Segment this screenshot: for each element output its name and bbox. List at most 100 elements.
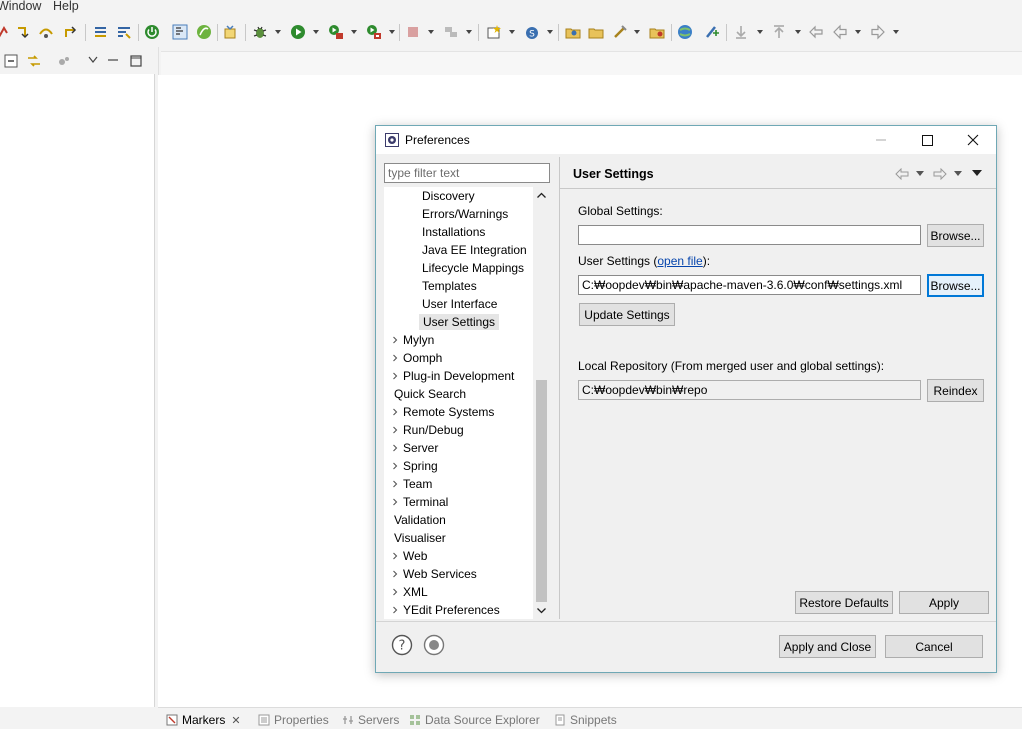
forward-dropdown-icon[interactable]	[893, 30, 899, 34]
back-arrow-icon[interactable]	[895, 168, 909, 180]
power-icon[interactable]	[144, 24, 160, 40]
last-edit-location-icon[interactable]	[808, 24, 824, 40]
chevron-right-icon[interactable]	[391, 426, 399, 434]
step-over-icon[interactable]	[38, 24, 54, 40]
tree-scrollbar[interactable]	[533, 187, 550, 619]
stop-icon[interactable]	[405, 24, 421, 40]
tab-servers[interactable]: Servers	[342, 713, 399, 729]
tree-item[interactable]: Run/Debug	[391, 421, 467, 439]
spring-icon[interactable]	[196, 24, 212, 40]
previous-annotation-icon[interactable]	[771, 24, 787, 40]
tab-data-source-explorer[interactable]: Data Source Explorer	[409, 713, 540, 729]
annotation-icon[interactable]	[704, 24, 720, 40]
new-wizard-dropdown-icon[interactable]	[509, 30, 515, 34]
coverage-dropdown-icon[interactable]	[389, 30, 395, 34]
step-return-icon[interactable]	[62, 24, 78, 40]
filter-input[interactable]	[384, 163, 550, 183]
forward-icon[interactable]	[870, 24, 886, 40]
chevron-right-icon[interactable]	[391, 372, 399, 380]
next-annotation-dropdown-icon[interactable]	[757, 30, 763, 34]
drop-to-frame-icon[interactable]	[93, 24, 109, 40]
toggle-breadcrumb-icon[interactable]	[172, 24, 188, 40]
open-type-icon[interactable]	[565, 24, 581, 40]
chevron-right-icon[interactable]	[391, 336, 399, 344]
run-external-dropdown-icon[interactable]	[351, 30, 357, 34]
forward-arrow-icon[interactable]	[933, 168, 947, 180]
open-folder-icon[interactable]	[588, 24, 604, 40]
chevron-right-icon[interactable]	[391, 462, 399, 470]
run-external-icon[interactable]	[328, 24, 344, 40]
tree-item[interactable]: Discovery	[419, 187, 478, 205]
collapse-all-icon[interactable]	[4, 54, 18, 68]
tree-item[interactable]: Server	[391, 439, 441, 457]
tree-item[interactable]: User Settings	[419, 313, 500, 331]
maximize-button[interactable]	[904, 126, 950, 154]
tree-item[interactable]: Team	[391, 475, 435, 493]
user-browse-button[interactable]: Browse...	[927, 274, 984, 297]
coverage-icon[interactable]	[366, 24, 382, 40]
chevron-right-icon[interactable]	[391, 570, 399, 578]
minimize-button[interactable]	[858, 126, 904, 154]
tree-item[interactable]: Web	[391, 547, 430, 565]
debug-icon[interactable]	[252, 24, 268, 40]
tree-item[interactable]: User Interface	[419, 295, 500, 313]
tab-snippets[interactable]: Snippets	[554, 713, 617, 729]
debug-dropdown-icon[interactable]	[275, 30, 281, 34]
forward-dropdown-icon[interactable]	[954, 171, 962, 177]
tree-item[interactable]: Templates	[419, 277, 480, 295]
back-dropdown-icon[interactable]	[855, 30, 861, 34]
link-with-editor-icon[interactable]	[26, 53, 42, 69]
tree-item[interactable]: Spring	[391, 457, 441, 475]
tree-item[interactable]: Plug-in Development	[391, 367, 517, 385]
back-dropdown-icon[interactable]	[916, 171, 924, 177]
tree-item[interactable]: Lifecycle Mappings	[419, 259, 527, 277]
chevron-right-icon[interactable]	[391, 444, 399, 452]
step-into-icon[interactable]	[16, 24, 32, 40]
tab-markers[interactable]: Markers ✕	[166, 713, 241, 729]
tree-item[interactable]: Errors/Warnings	[419, 205, 511, 223]
scroll-thumb[interactable]	[536, 380, 547, 602]
apply-and-close-button[interactable]: Apply and Close	[779, 635, 876, 658]
tree-item[interactable]: XML	[391, 583, 431, 601]
reindex-button[interactable]: Reindex	[927, 379, 984, 402]
tab-properties[interactable]: Properties	[258, 713, 329, 729]
menu-help[interactable]: Help	[53, 0, 79, 13]
tree-item[interactable]: Web Services	[391, 565, 480, 583]
global-browse-button[interactable]: Browse...	[927, 224, 984, 247]
tree-item[interactable]: Oomph	[391, 349, 445, 367]
launch-dropdown-icon[interactable]	[634, 30, 640, 34]
close-button[interactable]	[950, 126, 996, 154]
tree-item[interactable]: Quick Search	[391, 385, 469, 403]
new-spring-bean-icon[interactable]: S	[524, 24, 540, 40]
tree-item[interactable]: Mylyn	[391, 331, 437, 349]
open-task-icon[interactable]	[649, 24, 665, 40]
user-settings-field[interactable]: C:₩oopdev₩bin₩apache-maven-3.6.0₩conf₩se…	[578, 275, 921, 295]
new-server-icon[interactable]	[222, 24, 238, 40]
disconnect-dropdown-icon[interactable]	[466, 30, 472, 34]
close-icon[interactable]: ✕	[231, 715, 240, 727]
chevron-right-icon[interactable]	[391, 588, 399, 596]
help-icon[interactable]: ?	[391, 634, 413, 656]
chevron-right-icon[interactable]	[391, 354, 399, 362]
record-icon[interactable]	[423, 634, 445, 656]
previous-annotation-dropdown-icon[interactable]	[795, 30, 801, 34]
back-icon[interactable]	[832, 24, 848, 40]
view-menu-icon[interactable]	[972, 170, 982, 177]
run-dropdown-icon[interactable]	[313, 30, 319, 34]
scroll-down-icon[interactable]	[533, 602, 550, 619]
new-wizard-icon[interactable]	[486, 24, 502, 40]
chevron-right-icon[interactable]	[391, 606, 399, 614]
tree-item[interactable]: Validation	[391, 511, 449, 529]
restore-defaults-button[interactable]: Restore Defaults	[795, 591, 893, 614]
scroll-up-icon[interactable]	[533, 187, 550, 204]
tree-item[interactable]: Remote Systems	[391, 403, 497, 421]
next-annotation-icon[interactable]	[733, 24, 749, 40]
chevron-right-icon[interactable]	[391, 552, 399, 560]
update-settings-button[interactable]: Update Settings	[579, 303, 675, 326]
disconnect-icon[interactable]	[443, 24, 459, 40]
cancel-button[interactable]: Cancel	[885, 635, 983, 658]
run-icon[interactable]	[290, 24, 306, 40]
chevron-right-icon[interactable]	[391, 480, 399, 488]
launch-icon[interactable]	[612, 24, 628, 40]
globe-icon[interactable]	[677, 24, 693, 40]
